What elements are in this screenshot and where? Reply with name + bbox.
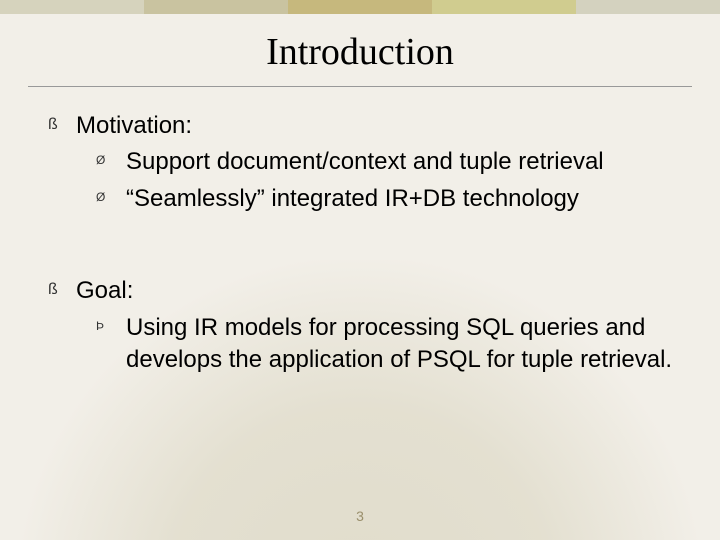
page-number: 3	[0, 508, 720, 524]
bullet-goal: Goal: Using IR models for processing SQL…	[48, 275, 680, 376]
sub-bullet: Support document/context and tuple retri…	[96, 146, 680, 178]
slide-title: Introduction	[0, 30, 720, 74]
decorative-top-bars	[0, 0, 720, 14]
slide-body: Motivation: Support document/context and…	[48, 110, 680, 384]
sub-bullet: “Seamlessly” integrated IR+DB technology	[96, 183, 680, 215]
bullet-goal-heading: Goal:	[76, 277, 133, 304]
title-underline	[28, 86, 692, 87]
sub-bullet-text: Using IR models for processing SQL queri…	[126, 314, 672, 373]
sub-bullet-text: Support document/context and tuple retri…	[126, 148, 604, 175]
bullet-motivation-heading: Motivation:	[76, 112, 192, 139]
sub-bullet-text: “Seamlessly” integrated IR+DB technology	[126, 185, 579, 212]
bullet-motivation: Motivation: Support document/context and…	[48, 110, 680, 215]
sub-bullet: Using IR models for processing SQL queri…	[96, 312, 680, 377]
